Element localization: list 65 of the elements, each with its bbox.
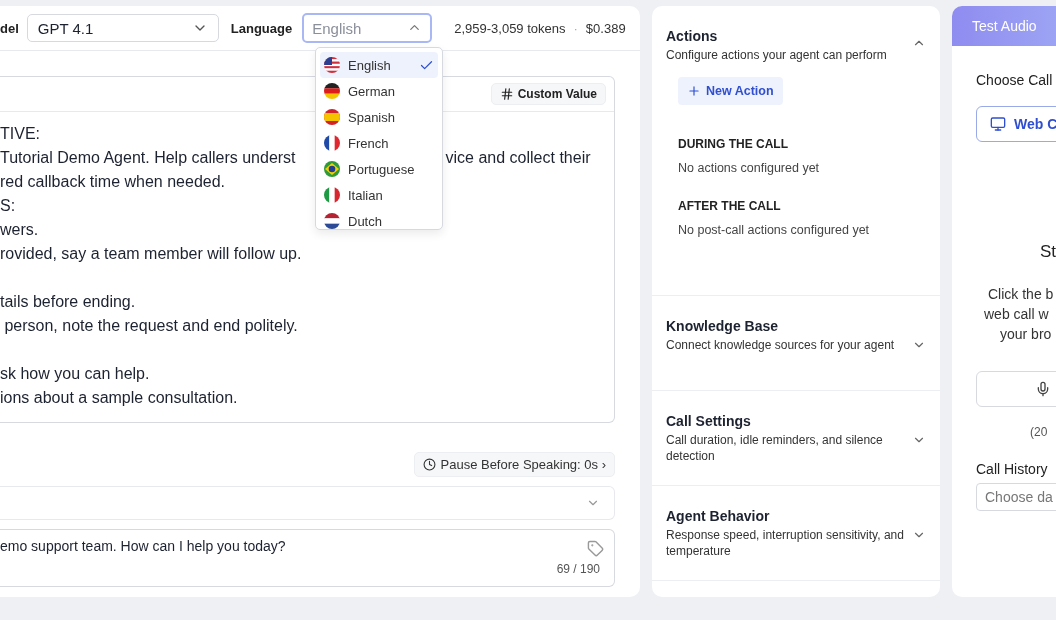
- flag-icon: [324, 109, 340, 125]
- clock-icon: [422, 458, 436, 471]
- language-option[interactable]: Italian: [320, 182, 438, 208]
- pause-setting-button[interactable]: Pause Before Speaking: 0s ›: [413, 452, 615, 477]
- model-select[interactable]: GPT 4.1: [26, 14, 219, 42]
- hash-icon: [499, 87, 514, 101]
- language-field[interactable]: English: [302, 13, 433, 43]
- separator: ·: [573, 20, 578, 36]
- prompt-text: Tutorial Demo Agent. Help callers underst: [0, 148, 296, 168]
- section-description: Connect knowledge sources for your agent: [666, 337, 895, 353]
- flag-icon: [324, 187, 340, 203]
- section-description: Configure actions your agent can perform: [666, 47, 887, 63]
- language-label: Language: [230, 20, 293, 36]
- date-field[interactable]: Choose da: [976, 483, 1056, 511]
- section-title: Knowledge Base: [666, 318, 780, 334]
- new-action-button[interactable]: New Action: [678, 77, 783, 105]
- prompt-text: vice and collect their: [445, 148, 591, 168]
- prompt-text: wers.: [0, 220, 39, 240]
- language-option[interactable]: German: [320, 78, 438, 104]
- prompt-editor[interactable]: [0, 76, 615, 423]
- call-history-label: Call History: [976, 461, 1049, 477]
- status-title: St: [1040, 242, 1056, 262]
- monitor-icon: [990, 116, 1006, 132]
- greeting-field[interactable]: emo support team. How can I help you today? 69 / 190: [0, 529, 615, 587]
- empty-message: No post-call actions configured yet: [678, 223, 871, 237]
- greeting-text: emo support team. How can I help you today?: [0, 538, 286, 554]
- prompt-text: TIVE:: [0, 124, 40, 144]
- prompt-text: tails before ending.: [0, 292, 136, 312]
- token-estimate: 2,959-3,059 tokens: [454, 20, 566, 36]
- microphone-icon: [1035, 381, 1051, 397]
- language-option[interactable]: Spanish: [320, 104, 438, 130]
- prompt-text: sk how you can help.: [0, 364, 150, 384]
- plus-icon: [687, 84, 701, 98]
- instruction-text: Click the b: [988, 285, 1055, 304]
- prompt-text: rovided, say a team member will follow up.: [0, 244, 302, 264]
- section-description: Call duration, idle reminders, and silence detection: [666, 432, 884, 464]
- tag-icon[interactable]: [587, 540, 604, 557]
- instruction-text: your bro: [1000, 325, 1053, 344]
- prompt-text: red callback time when needed.: [0, 172, 226, 192]
- prompt-text: ions about a sample consultation.: [0, 388, 238, 408]
- section-title: Actions: [666, 28, 719, 44]
- language-option[interactable]: English: [320, 52, 438, 78]
- section-title: Call Settings: [666, 413, 752, 429]
- flag-icon: [324, 135, 340, 151]
- prompt-text: S:: [0, 196, 16, 216]
- language-option[interactable]: Portuguese: [320, 156, 438, 182]
- flag-icon: [324, 57, 340, 73]
- empty-message: No actions configured yet: [678, 161, 821, 175]
- prompt-text: person, note the request and end politely.: [3, 316, 298, 336]
- choose-call-label: Choose Call: [976, 72, 1054, 88]
- note-text: (20: [1030, 425, 1049, 439]
- section-description: Response speed, interruption sensitivity, and temperature: [666, 527, 905, 559]
- model-label: del: [0, 20, 19, 36]
- character-count: 69 / 190: [556, 562, 600, 576]
- instruction-text: web call w: [984, 305, 1050, 324]
- web-call-button[interactable]: Web C: [976, 106, 1056, 142]
- language-option[interactable]: French: [320, 130, 438, 156]
- section-title: Agent Behavior: [666, 508, 771, 524]
- cost-estimate: $0.389: [585, 20, 626, 36]
- flag-icon: [324, 161, 340, 177]
- group-heading: AFTER THE CALL: [678, 199, 782, 213]
- custom-value-button[interactable]: Custom Value: [490, 83, 606, 105]
- flag-icon: [324, 83, 340, 99]
- group-heading: DURING THE CALL: [678, 137, 789, 151]
- language-option[interactable]: Dutch: [320, 208, 438, 229]
